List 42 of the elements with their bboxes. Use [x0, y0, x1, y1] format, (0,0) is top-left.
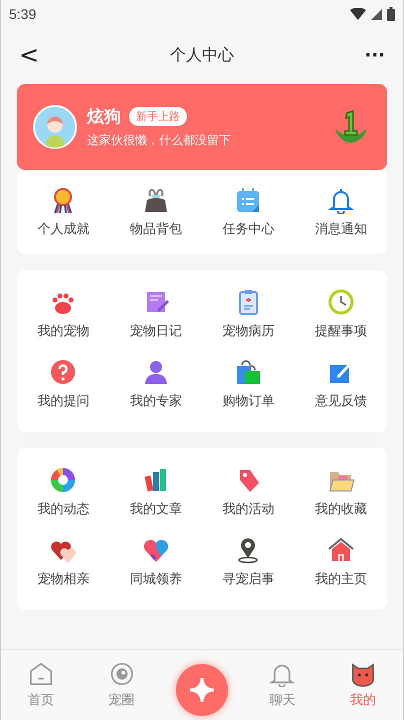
menu-item[interactable]: 我的宠物: [17, 288, 110, 340]
back-button[interactable]: <: [15, 41, 44, 69]
menu-item[interactable]: 宠物相亲: [17, 536, 110, 588]
menu-item[interactable]: 我的收藏: [294, 466, 387, 518]
page-title: 个人中心: [170, 44, 234, 66]
cat-icon: [350, 661, 376, 687]
aperture-icon: [49, 466, 78, 494]
user-name: 炫狗: [87, 106, 121, 128]
menu-item[interactable]: 意见反馈: [294, 358, 387, 410]
menu-item[interactable]: 物品背包: [110, 186, 202, 238]
more-button[interactable]: ···: [360, 44, 389, 66]
menu-item[interactable]: 任务中心: [202, 186, 294, 238]
question-icon: [49, 358, 78, 386]
menu-item[interactable]: 我的文章: [110, 466, 202, 518]
menu-item[interactable]: 我的专家: [110, 358, 202, 410]
menu-item[interactable]: 我的活动: [202, 466, 294, 518]
menu-item[interactable]: 我的提问: [17, 358, 110, 410]
menu-item[interactable]: 宠物病历: [202, 288, 294, 340]
house-icon: [326, 536, 355, 564]
menu-item[interactable]: 消息通知: [294, 186, 387, 238]
avatar: [33, 105, 77, 149]
level-badge: 新手上路: [129, 107, 187, 126]
menu-item[interactable]: 提醒事项: [294, 288, 387, 340]
wifi-icon: [350, 8, 366, 20]
menu-item[interactable]: 我的主页: [294, 536, 387, 588]
menu-item[interactable]: 我的动态: [17, 466, 110, 518]
shopping-bag-icon: [234, 358, 262, 386]
circle-icon: [108, 661, 135, 687]
menu-item[interactable]: 个人成就: [17, 186, 110, 238]
bell-icon: [326, 186, 355, 214]
menu-item[interactable]: 宠物日记: [110, 288, 202, 340]
home-icon: [28, 661, 54, 687]
plus-icon: [190, 678, 214, 702]
add-button[interactable]: [176, 664, 228, 716]
menu-item[interactable]: 寻宠启事: [202, 536, 294, 588]
battery-icon: [387, 7, 395, 21]
signal-icon: [371, 8, 382, 20]
user-bio: 这家伙很懒，什么都没留下: [87, 132, 232, 149]
status-time: 5:39: [9, 6, 36, 22]
clock-icon: [326, 288, 355, 316]
menu-item[interactable]: 购物订单: [202, 358, 294, 410]
menu-item[interactable]: 同城领养: [110, 536, 202, 588]
